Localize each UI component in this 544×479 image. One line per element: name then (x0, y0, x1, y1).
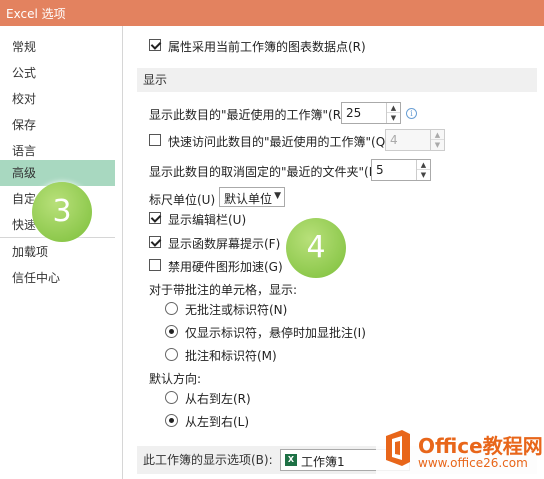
workbook-select-value: 工作簿1 (301, 455, 345, 469)
direction-rtl-radio[interactable] (165, 391, 178, 404)
comments-indicator-radio[interactable] (165, 325, 178, 338)
sidebar-item-trust-center[interactable]: 信任中心 (0, 265, 115, 291)
direction-label: 默认方向: (149, 372, 202, 386)
spin-down-icon: ▼ (434, 141, 441, 149)
disable-hw-accel-checkbox[interactable] (149, 259, 161, 271)
show-formula-bar-label: 显示编辑栏(U) (168, 213, 247, 227)
disable-hw-accel-label: 禁用硬件图形加速(G) (168, 260, 283, 274)
quick-access-value: 4 (390, 133, 398, 147)
comments-indicator-label: 仅显示标识符，悬停时加显批注(I) (185, 326, 366, 340)
quick-access-spinner: 4 ▲ ▼ (385, 129, 445, 151)
sidebar-item-formulas[interactable]: 公式 (0, 60, 115, 86)
quick-access-checkbox[interactable] (149, 134, 161, 146)
office-logo-icon (386, 430, 410, 466)
spin-down-icon[interactable]: ▼ (417, 170, 430, 180)
title-bar: Excel 选项 (0, 0, 544, 26)
spin-up-icon: ▲ (431, 130, 444, 140)
show-formula-bar-checkbox[interactable] (149, 212, 161, 224)
watermark-logo: Office教程网 www.office26.com (376, 424, 544, 479)
recent-workbooks-label: 显示此数目的"最近使用的工作簿"(R): (149, 108, 350, 122)
info-icon[interactable]: i (406, 108, 417, 119)
ruler-units-value: 默认单位 (224, 192, 273, 206)
unpinned-folders-spinner[interactable]: 5 ▲ ▼ (371, 159, 431, 181)
comments-label: 对于带批注的单元格，显示: (149, 283, 298, 297)
sidebar-item-addins[interactable]: 加载项 (0, 239, 115, 265)
sidebar: 常规 公式 校对 保存 语言 高级 自定 快速 加载项 信任中心 (0, 26, 115, 479)
chart-datapoints-checkbox[interactable] (149, 39, 161, 51)
quick-access-label: 快速访问此数目的"最近使用的工作簿"(Q): (168, 135, 394, 149)
direction-ltr-radio[interactable] (165, 414, 178, 427)
comments-none-radio[interactable] (165, 302, 178, 315)
window-title: Excel 选项 (6, 7, 66, 21)
comments-both-radio[interactable] (165, 348, 178, 361)
callout-step-3: 3 (32, 182, 92, 242)
spin-down-icon[interactable]: ▼ (387, 113, 400, 123)
recent-workbooks-value: 25 (346, 106, 362, 120)
chart-datapoints-label: 属性采用当前工作簿的图表数据点(R) (168, 40, 366, 54)
spin-up-icon[interactable]: ▲ (387, 103, 400, 113)
recent-workbooks-spinner[interactable]: 25 ▲ ▼ (341, 102, 401, 124)
comments-both-label: 批注和标识符(M) (185, 349, 277, 363)
direction-rtl-label: 从右到左(R) (185, 392, 251, 406)
comments-none-label: 无批注或标识符(N) (185, 303, 288, 317)
display-section-header: 显示 (137, 68, 537, 92)
excel-icon: X (285, 454, 297, 466)
show-function-tips-checkbox[interactable] (149, 236, 161, 248)
watermark-url: www.office26.com (418, 456, 528, 470)
sidebar-item-general[interactable]: 常规 (0, 34, 115, 60)
ruler-units-select[interactable]: 默认单位 ▼ (219, 187, 285, 207)
chevron-down-icon: ▼ (274, 191, 281, 201)
direction-ltr-label: 从左到右(L) (185, 415, 250, 429)
sidebar-item-save[interactable]: 保存 (0, 112, 115, 138)
callout-step-4: 4 (286, 218, 346, 278)
show-function-tips-label: 显示函数屏幕提示(F) (168, 237, 281, 251)
spin-up-icon[interactable]: ▲ (417, 160, 430, 170)
watermark-title: Office教程网 (418, 434, 543, 458)
unpinned-folders-label: 显示此数目的取消固定的"最近的文件夹"(F): (149, 165, 385, 179)
sidebar-item-proofing[interactable]: 校对 (0, 86, 115, 112)
unpinned-folders-value: 5 (376, 163, 384, 177)
ruler-units-label: 标尺单位(U) (149, 193, 216, 207)
